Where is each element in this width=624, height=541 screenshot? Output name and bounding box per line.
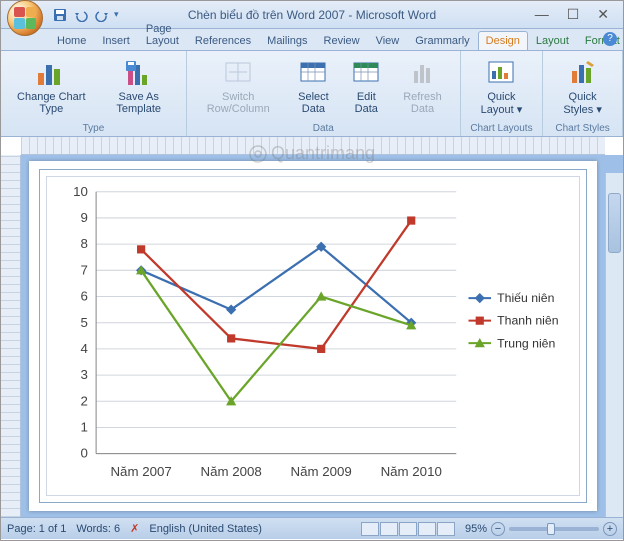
tab-format[interactable]: Format (577, 31, 624, 50)
view-buttons (361, 522, 455, 536)
svg-text:5: 5 (81, 315, 88, 330)
maximize-button[interactable]: ☐ (567, 6, 580, 23)
quick-layout-icon (485, 57, 517, 89)
svg-text:1: 1 (81, 420, 88, 435)
ritem-label: Quick Styles ▾ (553, 91, 612, 116)
tab-pagelayout[interactable]: Page Layout (138, 19, 187, 50)
tab-design[interactable]: Design (478, 31, 528, 50)
svg-text:Trung niên: Trung niên (497, 336, 555, 350)
full-screen-view-button[interactable] (380, 522, 398, 536)
minimize-button[interactable]: — (535, 6, 549, 23)
outline-view-button[interactable] (418, 522, 436, 536)
group-label: Chart Layouts (467, 121, 536, 134)
group-chart-layouts: Quick Layout ▾ Chart Layouts (461, 51, 543, 136)
group-label: Type (7, 121, 180, 134)
help-icon[interactable]: ? (603, 32, 617, 46)
zoom-slider[interactable] (509, 527, 599, 531)
refresh-icon (407, 57, 439, 89)
tab-insert[interactable]: Insert (94, 31, 138, 50)
group-data: Switch Row/Column Select Data Edit Data … (187, 51, 461, 136)
tab-mailings[interactable]: Mailings (259, 31, 315, 50)
zoom-out-button[interactable]: − (491, 522, 505, 536)
vertical-ruler[interactable] (1, 155, 21, 517)
ribbon: Change Chart Type Save As Template Type … (1, 51, 623, 137)
page: 0 1 2 3 4 5 6 7 8 9 10 Năm 2007 Năm 2008 Năm 2009 Năm … (29, 161, 597, 511)
tab-home[interactable]: Home (49, 31, 94, 50)
svg-text:9: 9 (81, 210, 88, 225)
ritem-label: Select Data (290, 91, 338, 115)
group-chart-styles: Quick Styles ▾ Chart Styles (543, 51, 623, 136)
tab-references[interactable]: References (187, 31, 259, 50)
redo-icon[interactable] (93, 6, 111, 24)
qat-dropdown-icon[interactable]: ▾ (114, 9, 119, 20)
ritem-label: Edit Data (347, 91, 385, 115)
proofing-icon[interactable]: ✗ (130, 522, 139, 535)
document-area: 0 1 2 3 4 5 6 7 8 9 10 Năm 2007 Năm 2008 Năm 2009 Năm … (1, 155, 623, 517)
svg-text:10: 10 (73, 184, 88, 199)
template-icon (123, 57, 155, 89)
status-language[interactable]: English (United States) (149, 523, 262, 535)
window-title: Chèn biểu đồ trên Word 2007 - Microsoft … (188, 8, 436, 22)
svg-text:Năm 2010: Năm 2010 (381, 464, 442, 479)
scroll-thumb[interactable] (608, 193, 621, 253)
svg-text:7: 7 (81, 262, 88, 277)
edit-data-button[interactable]: Edit Data (343, 55, 389, 117)
chart-object[interactable]: 0 1 2 3 4 5 6 7 8 9 10 Năm 2007 Năm 2008 Năm 2009 Năm … (39, 169, 587, 503)
print-layout-view-button[interactable] (361, 522, 379, 536)
switch-icon (222, 57, 254, 89)
zoom-level[interactable]: 95% (465, 523, 487, 535)
refresh-data-button[interactable]: Refresh Data (391, 55, 453, 117)
ritem-label: Change Chart Type (11, 91, 92, 115)
svg-text:Thanh niên: Thanh niên (497, 314, 559, 328)
status-page[interactable]: Page: 1 of 1 (7, 523, 66, 535)
title-bar: ▾ Chèn biểu đồ trên Word 2007 - Microsof… (1, 1, 623, 29)
svg-text:3: 3 (81, 367, 88, 382)
switch-row-column-button[interactable]: Switch Row/Column (193, 55, 284, 117)
ritem-label: Quick Layout ▾ (471, 91, 532, 116)
tab-review[interactable]: Review (316, 31, 368, 50)
svg-text:4: 4 (81, 341, 88, 356)
line-chart: 0 1 2 3 4 5 6 7 8 9 10 Năm 2007 Năm 2008 Năm 2009 Năm … (47, 177, 579, 495)
svg-text:0: 0 (81, 446, 88, 461)
horizontal-ruler[interactable] (21, 137, 605, 155)
group-label: Chart Styles (549, 121, 616, 134)
group-label: Data (193, 121, 454, 134)
change-chart-type-button[interactable]: Change Chart Type (7, 55, 96, 117)
status-bar: Page: 1 of 1 Words: 6 ✗ English (United … (1, 517, 623, 539)
svg-text:8: 8 (81, 236, 88, 251)
tab-grammarly[interactable]: Grammarly (407, 31, 477, 50)
save-icon[interactable] (51, 6, 69, 24)
quick-styles-icon (567, 57, 599, 89)
quick-access-toolbar: ▾ (51, 6, 119, 24)
svg-text:Năm 2007: Năm 2007 (110, 464, 171, 479)
quick-styles-button[interactable]: Quick Styles ▾ (549, 55, 616, 118)
web-layout-view-button[interactable] (399, 522, 417, 536)
svg-text:Thiếu niên: Thiếu niên (497, 291, 554, 305)
svg-text:Năm 2009: Năm 2009 (291, 464, 352, 479)
zoom-in-button[interactable]: + (603, 522, 617, 536)
undo-icon[interactable] (72, 6, 90, 24)
close-button[interactable]: ✕ (597, 6, 609, 23)
ritem-label: Switch Row/Column (197, 91, 280, 115)
ritem-label: Save As Template (102, 91, 176, 115)
svg-text:Năm 2008: Năm 2008 (201, 464, 262, 479)
vertical-scrollbar[interactable] (605, 173, 623, 517)
select-data-button[interactable]: Select Data (286, 55, 342, 117)
group-type: Change Chart Type Save As Template Type (1, 51, 187, 136)
quick-layout-button[interactable]: Quick Layout ▾ (467, 55, 536, 118)
edit-data-icon (350, 57, 382, 89)
ritem-label: Refresh Data (395, 91, 449, 115)
svg-text:2: 2 (81, 393, 88, 408)
svg-text:6: 6 (81, 289, 88, 304)
chart-type-icon (35, 57, 67, 89)
status-words[interactable]: Words: 6 (76, 523, 120, 535)
save-as-template-button[interactable]: Save As Template (98, 55, 180, 117)
ribbon-tabs: Home Insert Page Layout References Maili… (1, 29, 623, 51)
office-button[interactable] (7, 0, 43, 36)
tab-layout[interactable]: Layout (528, 31, 577, 50)
zoom-control: 95% − + (465, 522, 617, 536)
draft-view-button[interactable] (437, 522, 455, 536)
select-data-icon (297, 57, 329, 89)
tab-view[interactable]: View (368, 31, 408, 50)
